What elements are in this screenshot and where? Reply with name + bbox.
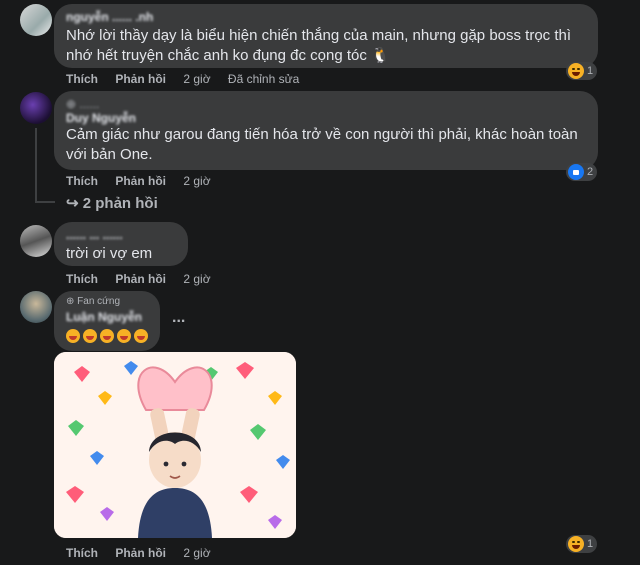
kiss-emoji-icon [66, 329, 80, 343]
reaction-count[interactable]: 1 [566, 535, 598, 553]
emoji-row [66, 329, 151, 348]
sticker-image[interactable] [54, 352, 296, 538]
more-options-icon[interactable]: ... [172, 309, 185, 327]
comment-bubble: ...... ... ...... trời ơi vợ em [54, 222, 188, 266]
kiss-emoji-icon [100, 329, 114, 343]
avatar[interactable] [20, 291, 52, 323]
kiss-emoji-icon [117, 329, 131, 343]
comment-author[interactable]: nguyễn ...... .nh [66, 10, 153, 24]
comment-actions: Thích Phản hồi 2 giờ Đã chỉnh sửa [66, 72, 313, 86]
reaction-count[interactable]: 2 [566, 163, 598, 181]
kiss-emoji-icon [83, 329, 97, 343]
timestamp[interactable]: 2 giờ [183, 72, 210, 86]
avatar[interactable] [20, 92, 52, 124]
sticker-illustration [54, 352, 296, 538]
comment-bubble: ⊕ Fan cứng Luận Nguyễn [54, 291, 160, 351]
comment-text: trời ơi vợ em [66, 245, 153, 262]
thread-line [35, 201, 55, 203]
comment-author[interactable]: ...... ... ...... [66, 228, 123, 242]
fan-badge: ⊕ Fan cứng [66, 296, 120, 307]
like-button[interactable]: Thích [66, 546, 98, 560]
comment-author[interactable]: Luận Nguyễn [66, 310, 142, 324]
comment-text: Cảm giác như garou đang tiến hóa trở về … [66, 126, 578, 163]
like-button[interactable]: Thích [66, 272, 98, 286]
reaction-count[interactable]: 1 [566, 62, 598, 80]
timestamp[interactable]: 2 giờ [183, 272, 210, 286]
like-icon [568, 164, 584, 180]
like-button[interactable]: Thích [66, 72, 98, 86]
thread-line [35, 128, 37, 202]
comment-text: Nhớ lời thầy dạy là biểu hiện chiến thắn… [66, 27, 572, 64]
haha-icon [568, 536, 584, 552]
avatar[interactable] [20, 4, 52, 36]
kiss-emoji-icon [134, 329, 148, 343]
comment-actions: Thích Phản hồi 2 giờ [66, 174, 225, 188]
reply-button[interactable]: Phản hồi [115, 546, 166, 560]
comment-actions: Thích Phản hồi 2 giờ [66, 546, 225, 560]
reply-button[interactable]: Phản hồi [115, 174, 166, 188]
reply-button[interactable]: Phản hồi [115, 72, 166, 86]
reply-button[interactable]: Phản hồi [115, 272, 166, 286]
author-badge: ⊕ ...... [66, 97, 100, 111]
haha-icon [568, 63, 584, 79]
avatar[interactable] [20, 225, 52, 257]
timestamp[interactable]: 2 giờ [183, 174, 210, 188]
timestamp[interactable]: 2 giờ [183, 546, 210, 560]
like-button[interactable]: Thích [66, 174, 98, 188]
edited-label: Đã chỉnh sửa [227, 72, 300, 86]
comment-actions: Thích Phản hồi 2 giờ [66, 272, 225, 286]
comment-bubble: ⊕ ...... Duy Nguyễn Cảm giác như garou đ… [54, 91, 598, 170]
comment-author[interactable]: Duy Nguyễn [66, 111, 136, 125]
view-replies-link[interactable]: ↪ 2 phản hồi [66, 194, 158, 212]
comment-bubble: nguyễn ...... .nh Nhớ lời thầy dạy là bi… [54, 4, 598, 68]
fan-badge-icon: ⊕ [66, 296, 78, 307]
